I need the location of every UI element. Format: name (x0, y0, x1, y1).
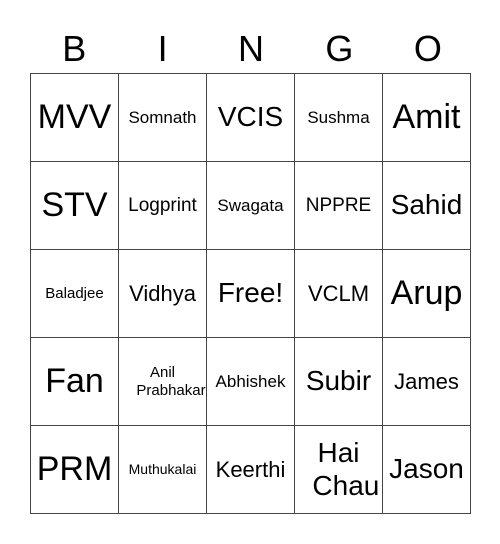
cell-label: Logprint (128, 194, 197, 216)
cell-label: James (394, 368, 459, 394)
bingo-cell: Anil Prabhakar (119, 338, 207, 426)
bingo-cell: Sahid (383, 162, 471, 250)
bingo-cell: Fan (31, 338, 119, 426)
bingo-cell: Arup (383, 250, 471, 338)
cell-label: Arup (390, 273, 463, 312)
cell-label: Somnath (128, 107, 197, 127)
cell-label: Sahid (390, 189, 463, 221)
cell-label: Vidhya (129, 280, 196, 306)
bingo-cell: Vidhya (119, 250, 207, 338)
header-letter-o: O (413, 28, 442, 69)
bingo-cell: Keerthi (207, 426, 295, 514)
header-letter-b: B (62, 28, 87, 69)
bingo-cell: Somnath (119, 74, 207, 162)
bingo-cell: Swagata (207, 162, 295, 250)
bingo-cell: NPPRE (295, 162, 383, 250)
bingo-grid: MVV Somnath VCIS Sushma Amit STV Logprint Swaga… (30, 73, 471, 514)
cell-label: Anil Prabhakar (136, 364, 206, 399)
cell-label: Amit (392, 97, 461, 136)
bingo-cell: Amit (383, 74, 471, 162)
bingo-cell: STV (31, 162, 119, 250)
cell-label: Abhishek (215, 371, 286, 391)
bingo-cell: VCLM (295, 250, 383, 338)
header-letter-g: G (325, 28, 354, 69)
bingo-cell: Baladjee (31, 250, 119, 338)
bingo-cell: Abhishek (207, 338, 295, 426)
cell-label: Hai Chau (312, 437, 380, 501)
bingo-cell: VCIS (207, 74, 295, 162)
cell-label: Muthukalai (128, 461, 197, 478)
cell-label: MVV (37, 97, 112, 136)
cell-label: Jason (389, 453, 464, 485)
bingo-cell: Subir (295, 338, 383, 426)
bingo-cell: Jason (383, 426, 471, 514)
cell-label: VCLM (307, 280, 370, 306)
cell-label: PRM (36, 449, 113, 488)
cell-label: Sushma (307, 107, 370, 127)
cell-label: Subir (305, 365, 372, 397)
bingo-cell: James (383, 338, 471, 426)
cell-label: Free! (217, 277, 284, 309)
bingo-cell: Sushma (295, 74, 383, 162)
bingo-cell: MVV (31, 74, 119, 162)
cell-label: Baladjee (45, 284, 104, 302)
free-space-cell: Free! (207, 250, 295, 338)
bingo-cell: Muthukalai (119, 426, 207, 514)
bingo-header: B I N G O (30, 26, 472, 72)
bingo-cell: Logprint (119, 162, 207, 250)
cell-label: Fan (45, 361, 104, 400)
cell-label: Keerthi (215, 456, 286, 482)
header-letter-n: N (238, 28, 265, 69)
cell-label: Swagata (217, 195, 284, 215)
cell-label: NPPRE (305, 194, 372, 216)
header-letter-i: I (157, 28, 168, 69)
cell-label: VCIS (217, 101, 284, 133)
cell-label: STV (41, 185, 108, 224)
bingo-cell: PRM (31, 426, 119, 514)
bingo-cell: Hai Chau (295, 426, 383, 514)
